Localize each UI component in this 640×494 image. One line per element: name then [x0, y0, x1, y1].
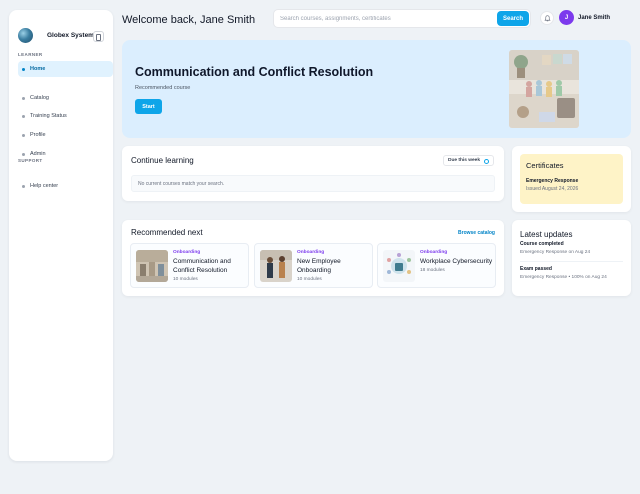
- sidebar-item-catalog[interactable]: Catalog: [18, 90, 113, 106]
- nav-section-learner: LEARNER: [18, 52, 43, 57]
- update-heading: Course completed: [520, 241, 564, 247]
- sidebar-item-label: Catalog: [30, 95, 49, 101]
- certificate-date: Issued August 24, 2026: [526, 186, 579, 192]
- course-title: Workplace Cybersecurity: [420, 258, 493, 265]
- page-title: Welcome back, Jane Smith: [122, 14, 256, 26]
- sidebar-item-home[interactable]: Home: [18, 61, 113, 77]
- update-detail: Emergency Response • 100% on Aug 24: [520, 275, 607, 280]
- course-modules: 10 modules: [297, 277, 322, 282]
- notifications-button[interactable]: [540, 11, 554, 25]
- update-divider: [520, 261, 623, 262]
- empty-state-message: No current courses match your search.: [138, 180, 225, 187]
- nav-dot-icon: [22, 134, 25, 137]
- certificate-item[interactable]: Certificates Emergency Response Issued A…: [520, 154, 623, 204]
- course-category: Onboarding: [420, 250, 448, 255]
- hero-image: [509, 50, 579, 128]
- certificates-title: Certificates: [526, 161, 564, 170]
- hero-title: Communication and Conflict Resolution: [135, 65, 374, 79]
- nav-dot-icon: [22, 97, 25, 100]
- course-title: Communication and Conflict Resolution: [173, 258, 231, 274]
- sidebar-item-label: Admin: [30, 151, 46, 157]
- globe-logo-icon: [18, 28, 33, 43]
- nav-dot-icon: [22, 68, 25, 71]
- search-button[interactable]: Search: [497, 11, 529, 26]
- sidebar-item-help-center[interactable]: Help center: [18, 178, 113, 194]
- course-title: New Employee Onboarding: [297, 258, 341, 274]
- nav-dot-icon: [22, 153, 25, 156]
- update-heading: Exam passed: [520, 266, 552, 272]
- course-thumbnail: [260, 250, 292, 282]
- nav-dot-icon: [22, 185, 25, 188]
- browse-catalog-link[interactable]: Browse catalog: [458, 230, 495, 236]
- course-card[interactable]: Onboarding Workplace Cybersecurity 18 mo…: [377, 243, 496, 288]
- course-modules: 10 modules: [173, 277, 198, 282]
- due-this-week-filter[interactable]: Due this week: [443, 155, 494, 166]
- bell-icon: [543, 14, 551, 21]
- course-category: Onboarding: [173, 250, 201, 255]
- user-name[interactable]: Jane Smith: [578, 15, 610, 21]
- brand[interactable]: Globex Systems: [18, 28, 98, 43]
- certificates-card: Certificates Emergency Response Issued A…: [512, 146, 631, 212]
- course-thumbnail: [383, 250, 415, 282]
- sidebar-item-label: Training Status: [30, 113, 67, 119]
- nav-dot-icon: [22, 115, 25, 118]
- due-this-week-label: Due this week: [448, 158, 480, 163]
- continue-learning-title: Continue learning: [131, 156, 194, 165]
- sidebar-item-label: Profile: [30, 132, 46, 138]
- certificate-name: Emergency Response: [526, 178, 579, 184]
- brand-name: Globex Systems: [47, 32, 98, 39]
- search-input[interactable]: [274, 10, 498, 27]
- sidebar-item-label: Home: [30, 66, 46, 72]
- course-card[interactable]: Onboarding New Employee Onboarding 10 mo…: [254, 243, 373, 288]
- recommended-card: Recommended next Browse catalog Onboardi…: [122, 220, 504, 296]
- course-card[interactable]: Onboarding Communication and Conflict Re…: [130, 243, 249, 288]
- course-category: Onboarding: [297, 250, 325, 255]
- recommended-title: Recommended next: [131, 228, 203, 237]
- hero-banner: Communication and Conflict Resolution Re…: [122, 40, 631, 138]
- avatar[interactable]: J: [559, 10, 574, 25]
- course-thumbnail: [136, 250, 168, 282]
- sidebar-item-training-status[interactable]: Training Status: [18, 108, 113, 124]
- sidebar: Globex Systems LEARNER Home Catalog Trai…: [9, 10, 113, 461]
- course-modules: 18 modules: [420, 268, 445, 273]
- hero-subtitle: Recommended course: [135, 85, 191, 91]
- start-button[interactable]: Start: [135, 99, 162, 114]
- nav-section-support: SUPPORT: [18, 158, 43, 163]
- latest-updates-title: Latest updates: [520, 230, 573, 239]
- search-bar: Search: [273, 9, 531, 28]
- sidebar-collapse-icon[interactable]: [93, 31, 104, 42]
- update-detail: Emergency Response on Aug 24: [520, 250, 591, 255]
- empty-state: No current courses match your search.: [131, 175, 495, 192]
- sidebar-item-label: Help center: [30, 183, 59, 189]
- sidebar-item-profile[interactable]: Profile: [18, 127, 113, 143]
- continue-learning-card: Continue learning Due this week No curre…: [122, 146, 504, 201]
- latest-updates-card: Latest updates Course completed Emergenc…: [512, 220, 631, 296]
